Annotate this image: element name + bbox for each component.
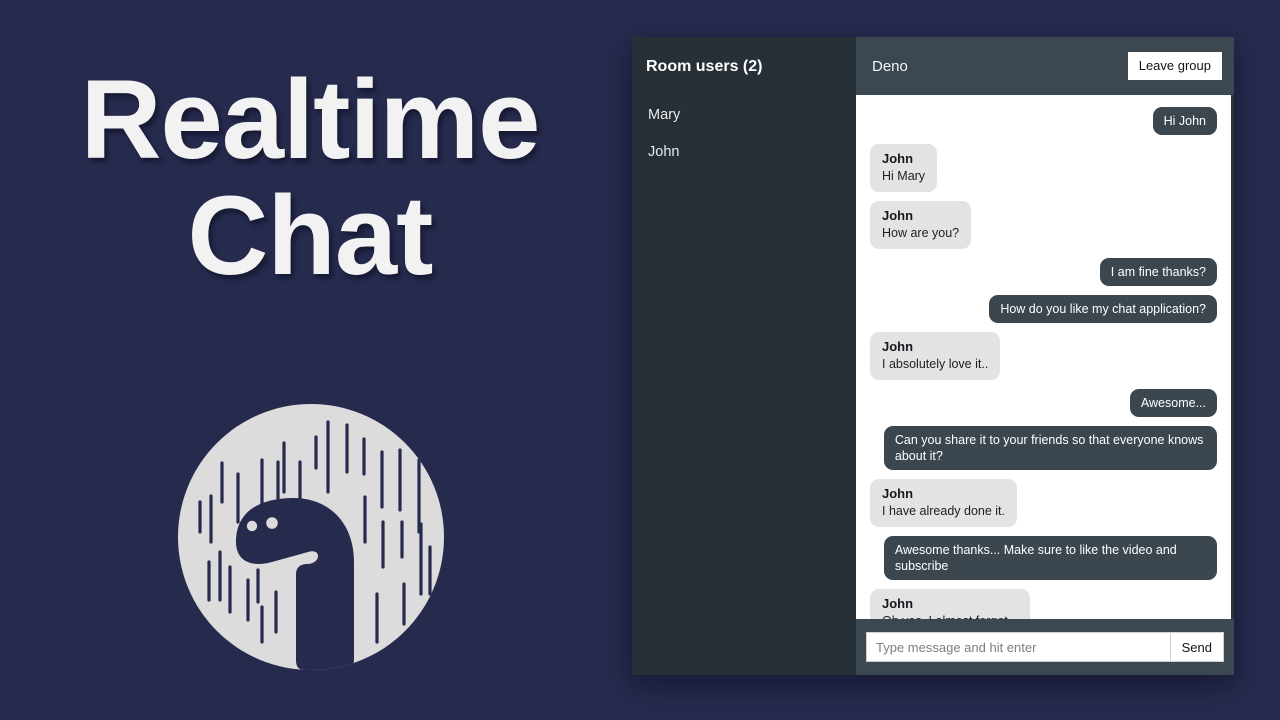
message-bubble-outgoing: Awesome...: [1129, 389, 1217, 417]
message-row: John Oh yes, I almost forgot...: [870, 589, 1217, 619]
message-input[interactable]: [866, 632, 1171, 662]
message-bubble-incoming: John I have already done it.: [870, 479, 1017, 527]
chat-application-window: Room users (2) Mary John Deno Leave grou…: [632, 37, 1234, 675]
message-bubble-incoming: John I absolutely love it..: [870, 332, 1001, 380]
message-composer: Send: [856, 619, 1234, 675]
message-text: How are you?: [882, 226, 960, 240]
message-row: Awesome thanks... Make sure to like the …: [870, 536, 1217, 580]
page-title-line-2: Chat: [187, 173, 434, 299]
message-sender: John: [882, 208, 914, 223]
message-bubble-incoming: John Oh yes, I almost forgot...: [870, 589, 1031, 619]
message-text: I am fine thanks?: [1110, 265, 1206, 279]
branding-panel: Realtime Chat: [0, 0, 620, 720]
message-sender: John: [882, 596, 914, 611]
message-text: I absolutely love it..: [882, 357, 989, 371]
message-bubble-incoming: John How are you?: [870, 201, 972, 249]
message-text: Awesome thanks... Make sure to like the …: [894, 543, 1177, 573]
room-users-list: Mary John: [632, 97, 856, 171]
page-title: Realtime Chat: [0, 57, 620, 299]
message-bubble-outgoing: Can you share it to your friends so that…: [883, 426, 1217, 470]
message-row: Hi John: [870, 107, 1217, 135]
message-row: Awesome...: [870, 389, 1217, 417]
chat-header: Deno Leave group: [856, 37, 1234, 95]
send-button[interactable]: Send: [1170, 632, 1224, 662]
message-list[interactable]: Hi John John Hi Mary John How are you? I…: [856, 95, 1234, 619]
message-bubble-outgoing: I am fine thanks?: [1099, 258, 1217, 286]
message-row: How do you like my chat application?: [870, 295, 1217, 323]
room-users-sidebar: Room users (2) Mary John: [632, 37, 856, 675]
message-text: I have already done it.: [882, 504, 1005, 518]
message-text: Hi John: [1163, 114, 1206, 128]
message-text: Awesome...: [1140, 396, 1206, 410]
message-row: John I absolutely love it..: [870, 332, 1217, 380]
message-row: I am fine thanks?: [870, 258, 1217, 286]
leave-group-button[interactable]: Leave group: [1127, 52, 1222, 80]
message-text: Can you share it to your friends so that…: [894, 433, 1204, 463]
message-bubble-outgoing: Hi John: [1152, 107, 1217, 135]
message-bubble-outgoing: Awesome thanks... Make sure to like the …: [883, 536, 1217, 580]
message-sender: John: [882, 486, 914, 501]
page-title-line-1: Realtime: [80, 57, 541, 182]
message-row: John Hi Mary: [870, 144, 1217, 192]
message-row: John How are you?: [870, 201, 1217, 249]
message-bubble-incoming: John Hi Mary: [870, 144, 938, 192]
message-bubble-outgoing: How do you like my chat application?: [989, 295, 1217, 323]
message-sender: John: [882, 151, 914, 166]
message-text: Hi Mary: [882, 169, 926, 183]
message-text: How do you like my chat application?: [1000, 302, 1206, 316]
message-row: Can you share it to your friends so that…: [870, 426, 1217, 470]
message-sender: John: [882, 339, 914, 354]
room-name-label: Deno: [872, 57, 908, 75]
list-item[interactable]: Mary: [632, 97, 856, 134]
message-row: John I have already done it.: [870, 479, 1217, 527]
room-users-title: Room users (2): [646, 58, 763, 75]
list-item[interactable]: John: [632, 134, 856, 171]
chat-panel: Deno Leave group Hi John John Hi Mary Jo…: [856, 37, 1234, 675]
deno-dinosaur-logo-icon: [176, 402, 446, 672]
